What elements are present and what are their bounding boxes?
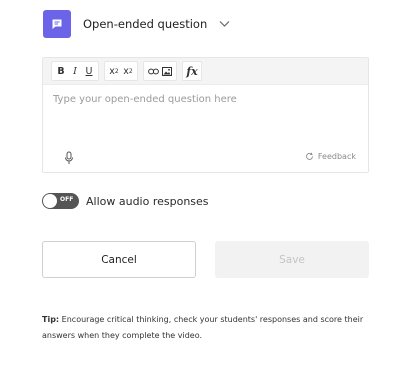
- refresh-icon: [305, 152, 313, 160]
- question-editor: B I U x2 x2 fx Type your open-ended ques…: [42, 57, 369, 173]
- formula-group: fx: [182, 61, 202, 81]
- tip-prefix: Tip:: [42, 315, 60, 324]
- formula-button[interactable]: fx: [185, 64, 199, 78]
- toggle-state-text: OFF: [60, 196, 74, 203]
- audio-responses-label: Allow audio responses: [86, 194, 209, 208]
- toggle-knob: [43, 194, 57, 208]
- save-button[interactable]: Save: [215, 241, 369, 278]
- formatting-toolbar: B I U x2 x2 fx: [43, 58, 368, 85]
- microphone-icon[interactable]: [63, 150, 75, 164]
- link-icon[interactable]: [146, 64, 160, 78]
- speech-bubble-icon: [43, 10, 71, 38]
- underline-button[interactable]: U: [82, 64, 96, 78]
- insert-group: [143, 61, 177, 81]
- script-group: x2 x2: [104, 61, 138, 81]
- audio-responses-row: OFF Allow audio responses: [42, 193, 209, 209]
- image-icon[interactable]: [160, 64, 174, 78]
- question-input-placeholder[interactable]: Type your open-ended question here: [53, 94, 237, 105]
- bold-button[interactable]: B: [54, 64, 68, 78]
- superscript-mark: 2: [114, 67, 119, 75]
- chevron-down-icon[interactable]: [219, 18, 231, 30]
- tip-body: Encourage critical thinking, check your …: [42, 315, 364, 340]
- question-type-label: Open-ended question: [83, 17, 208, 31]
- superscript-button[interactable]: x2: [107, 64, 121, 78]
- audio-responses-toggle[interactable]: OFF: [42, 193, 79, 209]
- text-style-group: B I U: [51, 61, 99, 81]
- feedback-label: Feedback: [317, 152, 356, 161]
- feedback-link[interactable]: Feedback: [305, 152, 356, 161]
- question-type-selector[interactable]: Open-ended question: [43, 10, 231, 38]
- subscript-button[interactable]: x2: [121, 64, 135, 78]
- cancel-button[interactable]: Cancel: [42, 241, 196, 278]
- italic-button[interactable]: I: [68, 64, 82, 78]
- tip-text: Tip: Encourage critical thinking, check …: [42, 312, 372, 344]
- subscript-mark: 2: [128, 67, 133, 75]
